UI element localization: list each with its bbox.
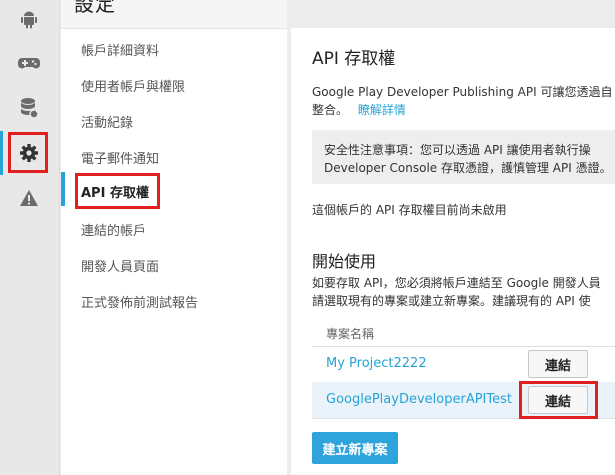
nav-item-users-permissions[interactable]: 使用者帳戶與權限: [81, 76, 185, 95]
main-top-strip: [291, 0, 615, 28]
table-row: GooglePlayDeveloperAPITest 連結: [312, 382, 615, 419]
icon-rail: [0, 0, 60, 475]
section-title: API 存取權: [312, 49, 396, 69]
api-status-text: 這個帳戶的 API 存取權目前尚未啟用: [312, 203, 507, 217]
nav-active-indicator: [61, 172, 65, 206]
nav-item-account-details[interactable]: 帳戶詳細資料: [81, 40, 159, 59]
notice-line2: Developer Console 存取憑證，護慎管理 API 憑證。: [324, 161, 612, 175]
database-icon[interactable]: [12, 91, 46, 125]
rail-active-indicator: [0, 131, 3, 175]
project-table-header: 專案名稱: [312, 320, 615, 347]
nav-item-api-access[interactable]: API 存取權: [81, 182, 149, 201]
warning-icon[interactable]: [12, 181, 46, 215]
security-notice: 安全性注意事項：您可以透過 API 讓使用者執行操 Developer Cons…: [312, 130, 615, 184]
get-started-title: 開始使用: [312, 252, 377, 271]
main-panel: API 存取權 Google Play Developer Publishing…: [291, 28, 615, 475]
intro-text-line2: 整合。 瞭解詳情: [312, 102, 406, 118]
settings-panel: 設定 帳戶詳細資料 使用者帳戶與權限 活動紀錄 電子郵件通知 API 存取權 連…: [61, 0, 287, 475]
learn-more-link[interactable]: 瞭解詳情: [358, 103, 406, 117]
nav-item-prelaunch-reports[interactable]: 正式發佈前測試報告: [81, 292, 198, 311]
gear-icon[interactable]: [12, 136, 46, 170]
table-row: My Project2222 連結: [312, 346, 615, 383]
nav-item-developer-page[interactable]: 開發人員頁面: [81, 256, 159, 275]
gamepad-icon[interactable]: [12, 46, 46, 80]
nav-item-email-notifications[interactable]: 電子郵件通知: [81, 148, 159, 167]
intro-text-line1: Google Play Developer Publishing API 可讓您…: [312, 85, 613, 99]
page-title: 設定: [74, 0, 116, 16]
get-started-line2: 請選取現有的專案或建立新專案。建議現有的 API 使: [312, 294, 591, 308]
nav-item-linked-accounts[interactable]: 連結的帳戶: [81, 220, 146, 239]
column-project-name: 專案名稱: [326, 327, 375, 341]
settings-header: 設定: [61, 0, 287, 29]
link-project-button[interactable]: 連結: [528, 350, 588, 378]
project-name-link[interactable]: My Project2222: [326, 356, 427, 371]
notice-line1: 安全性注意事項：您可以透過 API 讓使用者執行操: [324, 143, 591, 157]
project-name-link[interactable]: GooglePlayDeveloperAPITest: [326, 392, 512, 407]
settings-nav: 設定 帳戶詳細資料 使用者帳戶與權限 活動紀錄 電子郵件通知 API 存取權 連…: [61, 0, 287, 475]
intro-text-end: 整合。: [312, 103, 349, 117]
create-project-button[interactable]: 建立新專案: [312, 432, 398, 464]
nav-item-activity-log[interactable]: 活動紀錄: [81, 112, 133, 131]
link-project-button[interactable]: 連結: [528, 386, 588, 414]
android-icon[interactable]: [12, 2, 46, 36]
get-started-line1: 如要存取 API，您必須將帳戶連結至 Google 開發人員: [312, 276, 601, 290]
